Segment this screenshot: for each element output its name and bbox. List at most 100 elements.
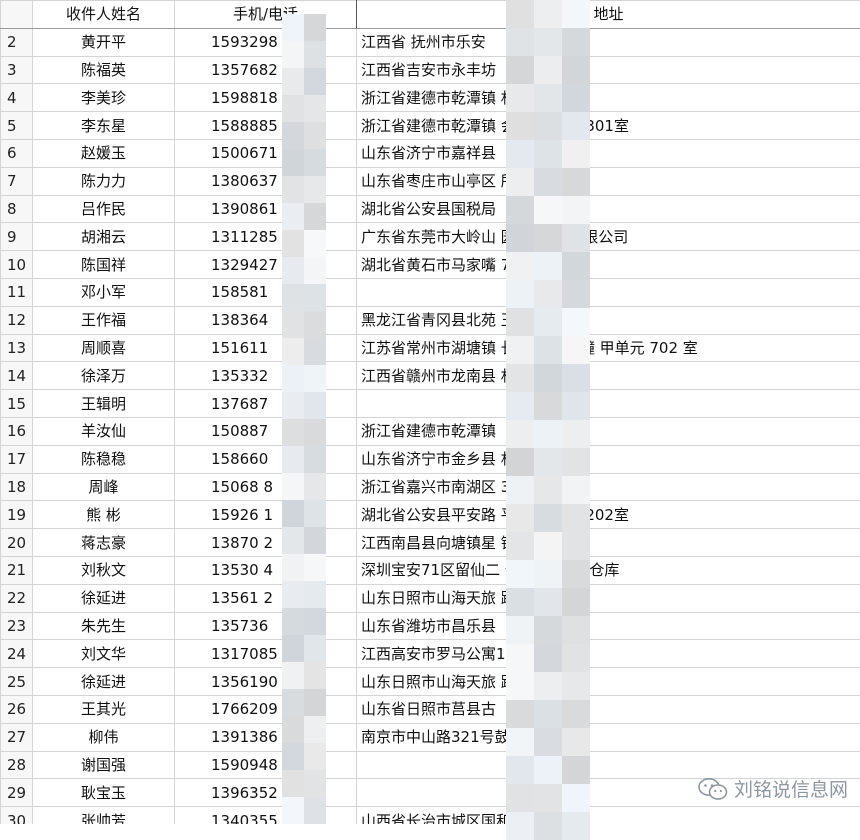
address-cell[interactable]: 山东日照市山海天旅 路阳光佳园 [357, 668, 860, 696]
name-cell[interactable]: 黄开平 [33, 28, 175, 56]
phone-cell[interactable]: 1340355 [175, 807, 357, 824]
phone-cell[interactable]: 1593298 [175, 28, 357, 56]
phone-cell[interactable]: 1766209 [175, 695, 357, 723]
name-cell[interactable]: 王其光 [33, 695, 175, 723]
row-number-cell[interactable]: 14 [1, 362, 33, 390]
phone-cell[interactable]: 1590948 [175, 751, 357, 779]
row-number-cell[interactable]: 19 [1, 501, 33, 529]
address-cell[interactable]: 山东省枣庄市山亭区 所 [357, 167, 860, 195]
address-cell[interactable]: 江西省赣州市龙南县 村126号 [357, 362, 860, 390]
row-number-cell[interactable]: 23 [1, 612, 33, 640]
address-cell[interactable]: 山东省日照市莒县古 [357, 695, 860, 723]
address-cell[interactable]: 山东日照市山海天旅 路阳光佳园 [357, 584, 860, 612]
name-cell[interactable]: 赵媛玉 [33, 139, 175, 167]
row-number-cell[interactable]: 6 [1, 139, 33, 167]
phone-cell[interactable]: 1391386 [175, 723, 357, 751]
name-cell[interactable]: 吕作民 [33, 195, 175, 223]
phone-cell[interactable]: 150887 [175, 417, 357, 445]
row-number-cell[interactable]: 8 [1, 195, 33, 223]
name-cell[interactable]: 陈国祥 [33, 251, 175, 279]
row-number-cell[interactable]: 10 [1, 251, 33, 279]
name-cell[interactable]: 熊 彬 [33, 501, 175, 529]
phone-cell[interactable]: 137687 [175, 390, 357, 418]
row-number-cell[interactable]: 28 [1, 751, 33, 779]
name-cell[interactable]: 羊汝仙 [33, 417, 175, 445]
name-cell[interactable]: 邓小军 [33, 278, 175, 306]
name-cell[interactable]: 张帅芳 [33, 807, 175, 824]
row-number-cell[interactable]: 3 [1, 56, 33, 84]
row-number-cell[interactable]: 7 [1, 167, 33, 195]
name-cell[interactable]: 周峰 [33, 473, 175, 501]
phone-cell[interactable]: 1357682 [175, 56, 357, 84]
name-cell[interactable]: 陈稳稳 [33, 445, 175, 473]
address-cell[interactable]: 浙江省建德市乾潭镇 会汇商厦1幢301室 [357, 112, 860, 140]
address-cell[interactable]: 江西南昌县向塘镇星 镇政府 [357, 529, 860, 557]
column-header-address[interactable]: 地址 [357, 1, 860, 29]
row-number-cell[interactable]: 20 [1, 529, 33, 557]
address-cell[interactable]: 江西高安市罗马公寓1 刘文华老师 [357, 640, 860, 668]
address-cell[interactable]: 湖北省公安县国税局 [357, 195, 860, 223]
name-cell[interactable]: 徐延进 [33, 584, 175, 612]
address-cell[interactable]: 山西省长治市城区国和 [357, 807, 860, 824]
row-number-cell[interactable]: 29 [1, 779, 33, 807]
phone-cell[interactable]: 15068 8 [175, 473, 357, 501]
phone-cell[interactable]: 13530 4 [175, 556, 357, 584]
address-cell[interactable]: 山东省潍坊市昌乐县 [357, 612, 860, 640]
name-cell[interactable]: 陈福英 [33, 56, 175, 84]
row-number-header[interactable] [1, 1, 33, 29]
name-cell[interactable]: 王辑明 [33, 390, 175, 418]
row-number-cell[interactable]: 26 [1, 695, 33, 723]
phone-cell[interactable]: 151611 [175, 334, 357, 362]
name-cell[interactable]: 陈力力 [33, 167, 175, 195]
row-number-cell[interactable]: 17 [1, 445, 33, 473]
phone-cell[interactable]: 138364 [175, 306, 357, 334]
name-cell[interactable]: 耿宝玉 [33, 779, 175, 807]
address-cell[interactable]: 江西省吉安市永丰坊 [357, 56, 860, 84]
phone-cell[interactable]: 135736 [175, 612, 357, 640]
phone-cell[interactable]: 1598818 [175, 84, 357, 112]
row-number-cell[interactable]: 18 [1, 473, 33, 501]
name-cell[interactable]: 王作福 [33, 306, 175, 334]
row-number-cell[interactable]: 21 [1, 556, 33, 584]
address-cell[interactable]: 浙江省建德市乾潭镇 [357, 417, 860, 445]
phone-cell[interactable]: 1500671 [175, 139, 357, 167]
row-number-cell[interactable]: 9 [1, 223, 33, 251]
address-cell[interactable]: 广东省东莞市大岭山 园3M中国有限公司 [357, 223, 860, 251]
phone-cell[interactable]: 1329427 [175, 251, 357, 279]
address-cell[interactable]: 黑龙江省青冈县北苑 玉鑫源超市 [357, 306, 860, 334]
address-cell[interactable]: 南京市中山路321号鼓 [357, 723, 860, 751]
phone-cell[interactable]: 1311285 [175, 223, 357, 251]
phone-cell[interactable]: 1396352 [175, 779, 357, 807]
name-cell[interactable]: 李东星 [33, 112, 175, 140]
row-number-cell[interactable]: 2 [1, 28, 33, 56]
address-cell[interactable]: 江苏省常州市湖塘镇 长河花园 5 幢 甲单元 702 室 [357, 334, 860, 362]
phone-cell[interactable]: 13870 2 [175, 529, 357, 557]
address-cell[interactable]: 山东省济宁市金乡县 村 [357, 445, 860, 473]
row-number-cell[interactable]: 5 [1, 112, 33, 140]
address-cell[interactable] [357, 390, 860, 418]
row-number-cell[interactable]: 16 [1, 417, 33, 445]
phone-cell[interactable]: 158581 [175, 278, 357, 306]
address-cell[interactable]: 湖北省黄石市马家嘴 7号 [357, 251, 860, 279]
name-cell[interactable]: 徐泽万 [33, 362, 175, 390]
name-cell[interactable]: 周顺喜 [33, 334, 175, 362]
address-cell[interactable]: 江西省 抚州市乐安 [357, 28, 860, 56]
row-number-cell[interactable]: 13 [1, 334, 33, 362]
row-number-cell[interactable]: 12 [1, 306, 33, 334]
phone-cell[interactable]: 1356190 [175, 668, 357, 696]
address-cell[interactable]: 湖北省公安县平安路 平安公寓1栋202室 [357, 501, 860, 529]
phone-cell[interactable]: 1390861 [175, 195, 357, 223]
phone-cell[interactable]: 15926 1 [175, 501, 357, 529]
name-cell[interactable]: 李美珍 [33, 84, 175, 112]
address-cell[interactable]: 深圳宝安71区留仙二 仓库3楼移动仓库 [357, 556, 860, 584]
phone-cell[interactable]: 1380637 [175, 167, 357, 195]
row-number-cell[interactable]: 22 [1, 584, 33, 612]
column-header-phone[interactable]: 手机/电话 [175, 1, 357, 29]
name-cell[interactable]: 蒋志豪 [33, 529, 175, 557]
name-cell[interactable]: 刘文华 [33, 640, 175, 668]
phone-cell[interactable]: 1588885 [175, 112, 357, 140]
name-cell[interactable]: 柳伟 [33, 723, 175, 751]
name-cell[interactable]: 刘秋文 [33, 556, 175, 584]
name-cell[interactable]: 朱先生 [33, 612, 175, 640]
name-cell[interactable]: 胡湘云 [33, 223, 175, 251]
